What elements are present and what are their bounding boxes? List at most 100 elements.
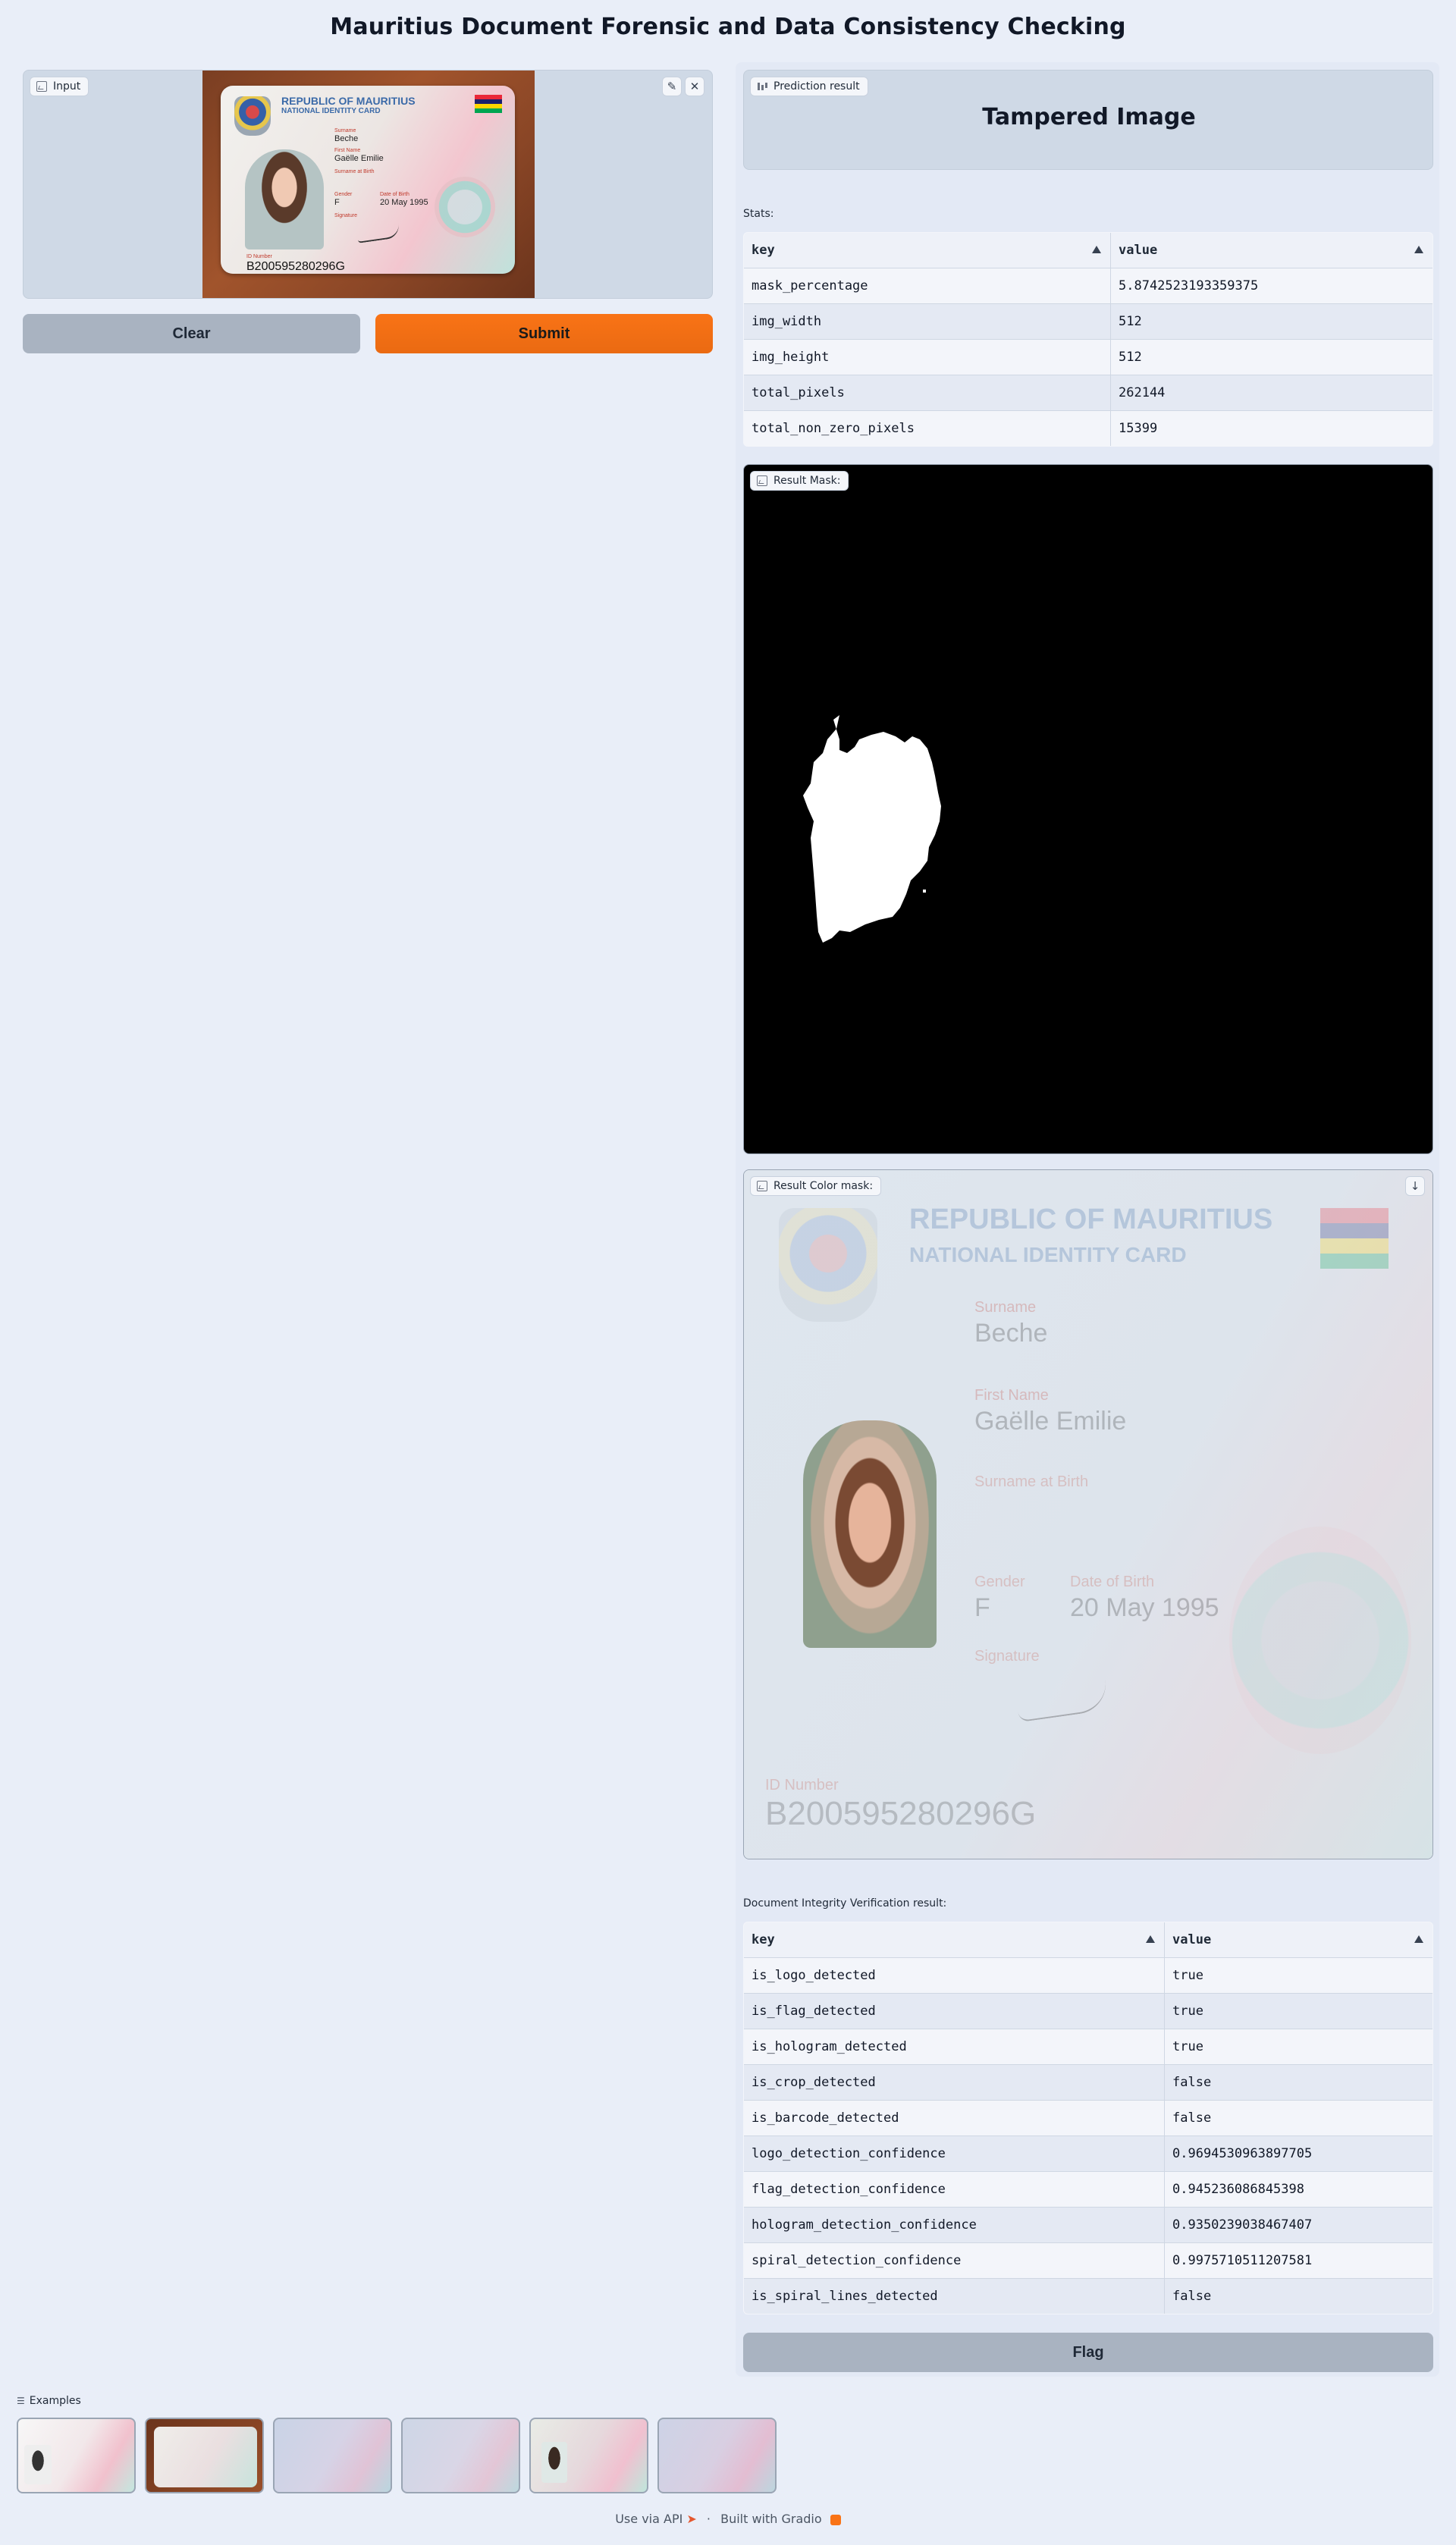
footer-separator: · bbox=[706, 2512, 711, 2526]
example-thumb-6[interactable] bbox=[657, 2418, 777, 2493]
faded-first-name-label: First Name bbox=[974, 1387, 1049, 1404]
cell-value[interactable]: true bbox=[1164, 1957, 1432, 1994]
cell-key[interactable]: img_height bbox=[744, 339, 1111, 375]
faded-hologram bbox=[1229, 1527, 1411, 1754]
cell-value[interactable]: false bbox=[1164, 2064, 1432, 2101]
cell-value[interactable]: 15399 bbox=[1110, 410, 1432, 446]
cell-value[interactable]: 0.945236086845398 bbox=[1164, 2171, 1432, 2208]
cell-value[interactable]: true bbox=[1164, 1993, 1432, 2029]
id-number-label: ID Number bbox=[246, 254, 272, 259]
verification-table: key value is_logo_detected true is_flag_d… bbox=[743, 1922, 1433, 2314]
verification-header-key[interactable]: key bbox=[744, 1922, 1165, 1958]
verification-header-value[interactable]: value bbox=[1164, 1922, 1432, 1958]
verification-header-row: key value bbox=[744, 1922, 1432, 1958]
table-row: mask_percentage 5.8742523193359375 bbox=[744, 268, 1432, 304]
faded-flag bbox=[1320, 1208, 1389, 1269]
cell-key[interactable]: total_pixels bbox=[744, 375, 1111, 411]
download-icon[interactable]: ↓ bbox=[1405, 1176, 1425, 1196]
prediction-label: Prediction result bbox=[774, 80, 860, 93]
faded-coat-of-arms bbox=[779, 1208, 877, 1322]
pencil-icon[interactable]: ✎ bbox=[662, 77, 682, 96]
cell-value[interactable]: 512 bbox=[1110, 339, 1432, 375]
dob-value: 20 May 1995 bbox=[380, 198, 428, 207]
submit-button[interactable]: Submit bbox=[375, 314, 713, 353]
cell-key[interactable]: total_non_zero_pixels bbox=[744, 410, 1111, 446]
prediction-panel: Prediction result Tampered Image bbox=[743, 70, 1433, 170]
coat-of-arms bbox=[234, 96, 271, 136]
close-icon[interactable]: ✕ bbox=[685, 77, 704, 96]
example-thumb-5[interactable] bbox=[529, 2418, 648, 2493]
portrait bbox=[245, 149, 324, 249]
cell-key[interactable]: spiral_detection_confidence bbox=[744, 2242, 1165, 2279]
cell-value[interactable]: 262144 bbox=[1110, 375, 1432, 411]
input-image-panel[interactable]: Input ✎ ✕ REPUBLIC OF MAURITIUS NATIONAL… bbox=[23, 70, 713, 299]
stats-header-row: key value bbox=[744, 233, 1432, 268]
flag-button[interactable]: Flag bbox=[743, 2333, 1433, 2372]
sort-icon[interactable] bbox=[1092, 246, 1101, 253]
faded-dob-label: Date of Birth bbox=[1070, 1574, 1155, 1590]
cell-key[interactable]: mask_percentage bbox=[744, 268, 1111, 304]
faded-country: REPUBLIC OF MAURITIUS bbox=[909, 1203, 1273, 1235]
stats-label: Stats: bbox=[743, 208, 774, 220]
cell-key[interactable]: logo_detection_confidence bbox=[744, 2135, 1165, 2172]
cell-value[interactable]: 0.9694530963897705 bbox=[1164, 2135, 1432, 2172]
gradio-logo-icon bbox=[830, 2514, 841, 2525]
cell-key[interactable]: is_crop_detected bbox=[744, 2064, 1165, 2101]
faded-gender: F bbox=[974, 1593, 990, 1622]
dob-label: Date of Birth bbox=[380, 192, 410, 197]
cell-key[interactable]: img_width bbox=[744, 303, 1111, 340]
image-icon bbox=[36, 81, 47, 92]
use-via-api-link[interactable]: Use via API bbox=[615, 2512, 682, 2526]
cell-value[interactable]: 0.9975710511207581 bbox=[1164, 2242, 1432, 2279]
faded-id-number: B200595280296G bbox=[765, 1795, 1037, 1832]
verification-label: Document Integrity Verification result: bbox=[743, 1897, 947, 1910]
rocket-icon: ➤ bbox=[686, 2512, 697, 2526]
card-type: NATIONAL IDENTITY CARD bbox=[281, 107, 381, 115]
cell-value[interactable]: true bbox=[1164, 2029, 1432, 2065]
highlighted-face-region bbox=[803, 1420, 937, 1648]
page-title: Mauritius Document Forensic and Data Con… bbox=[330, 14, 1126, 40]
thumb-card bbox=[154, 2427, 257, 2487]
first-name-value: Gaëlle Emilie bbox=[334, 154, 384, 163]
clear-button[interactable]: Clear bbox=[23, 314, 360, 353]
table-row: is_crop_detected false bbox=[744, 2064, 1432, 2101]
cell-key[interactable]: is_hologram_detected bbox=[744, 2029, 1165, 2065]
sort-icon[interactable] bbox=[1146, 1935, 1155, 1943]
faded-gender-label: Gender bbox=[974, 1574, 1025, 1590]
cell-key[interactable]: is_flag_detected bbox=[744, 1993, 1165, 2029]
example-thumb-2[interactable] bbox=[145, 2418, 264, 2493]
cell-key[interactable]: flag_detection_confidence bbox=[744, 2171, 1165, 2208]
cell-value[interactable]: 5.8742523193359375 bbox=[1110, 268, 1432, 304]
signature-mark bbox=[356, 224, 400, 243]
surname-value: Beche bbox=[334, 134, 359, 143]
cell-key[interactable]: is_logo_detected bbox=[744, 1957, 1165, 1994]
image-icon bbox=[757, 1181, 767, 1191]
input-label-chip: Input bbox=[30, 77, 89, 96]
stats-header-key[interactable]: key bbox=[744, 233, 1111, 268]
example-thumb-3[interactable] bbox=[273, 2418, 392, 2493]
built-with-gradio-link[interactable]: Built with Gradio bbox=[720, 2512, 822, 2526]
sort-icon[interactable] bbox=[1414, 1935, 1423, 1943]
cell-value[interactable]: 512 bbox=[1110, 303, 1432, 340]
sort-icon[interactable] bbox=[1414, 246, 1423, 253]
cell-key[interactable]: hologram_detection_confidence bbox=[744, 2207, 1165, 2243]
result-mask-label-chip: Result Mask: bbox=[750, 471, 849, 491]
result-mask-panel: Result Mask: bbox=[743, 464, 1433, 1154]
stats-header-value[interactable]: value bbox=[1110, 233, 1432, 268]
table-row: is_hologram_detected true bbox=[744, 2029, 1432, 2065]
table-row: spiral_detection_confidence 0.99757105112… bbox=[744, 2242, 1432, 2279]
cell-value[interactable]: false bbox=[1164, 2278, 1432, 2314]
hologram bbox=[435, 177, 495, 237]
surname-birth-label: Surname at Birth bbox=[334, 169, 375, 174]
card-country: REPUBLIC OF MAURITIUS bbox=[281, 95, 416, 107]
faded-dob: 20 May 1995 bbox=[1070, 1593, 1219, 1622]
cell-value[interactable]: false bbox=[1164, 2100, 1432, 2136]
cell-key[interactable]: is_spiral_lines_detected bbox=[744, 2278, 1165, 2314]
faded-surname-label: Surname bbox=[974, 1299, 1037, 1316]
table-row: is_flag_detected true bbox=[744, 1993, 1432, 2029]
cell-key[interactable]: is_barcode_detected bbox=[744, 2100, 1165, 2136]
example-thumb-4[interactable] bbox=[401, 2418, 520, 2493]
result-mask-label: Result Mask: bbox=[774, 475, 841, 487]
cell-value[interactable]: 0.9350239038467407 bbox=[1164, 2207, 1432, 2243]
example-thumb-1[interactable] bbox=[17, 2418, 136, 2493]
